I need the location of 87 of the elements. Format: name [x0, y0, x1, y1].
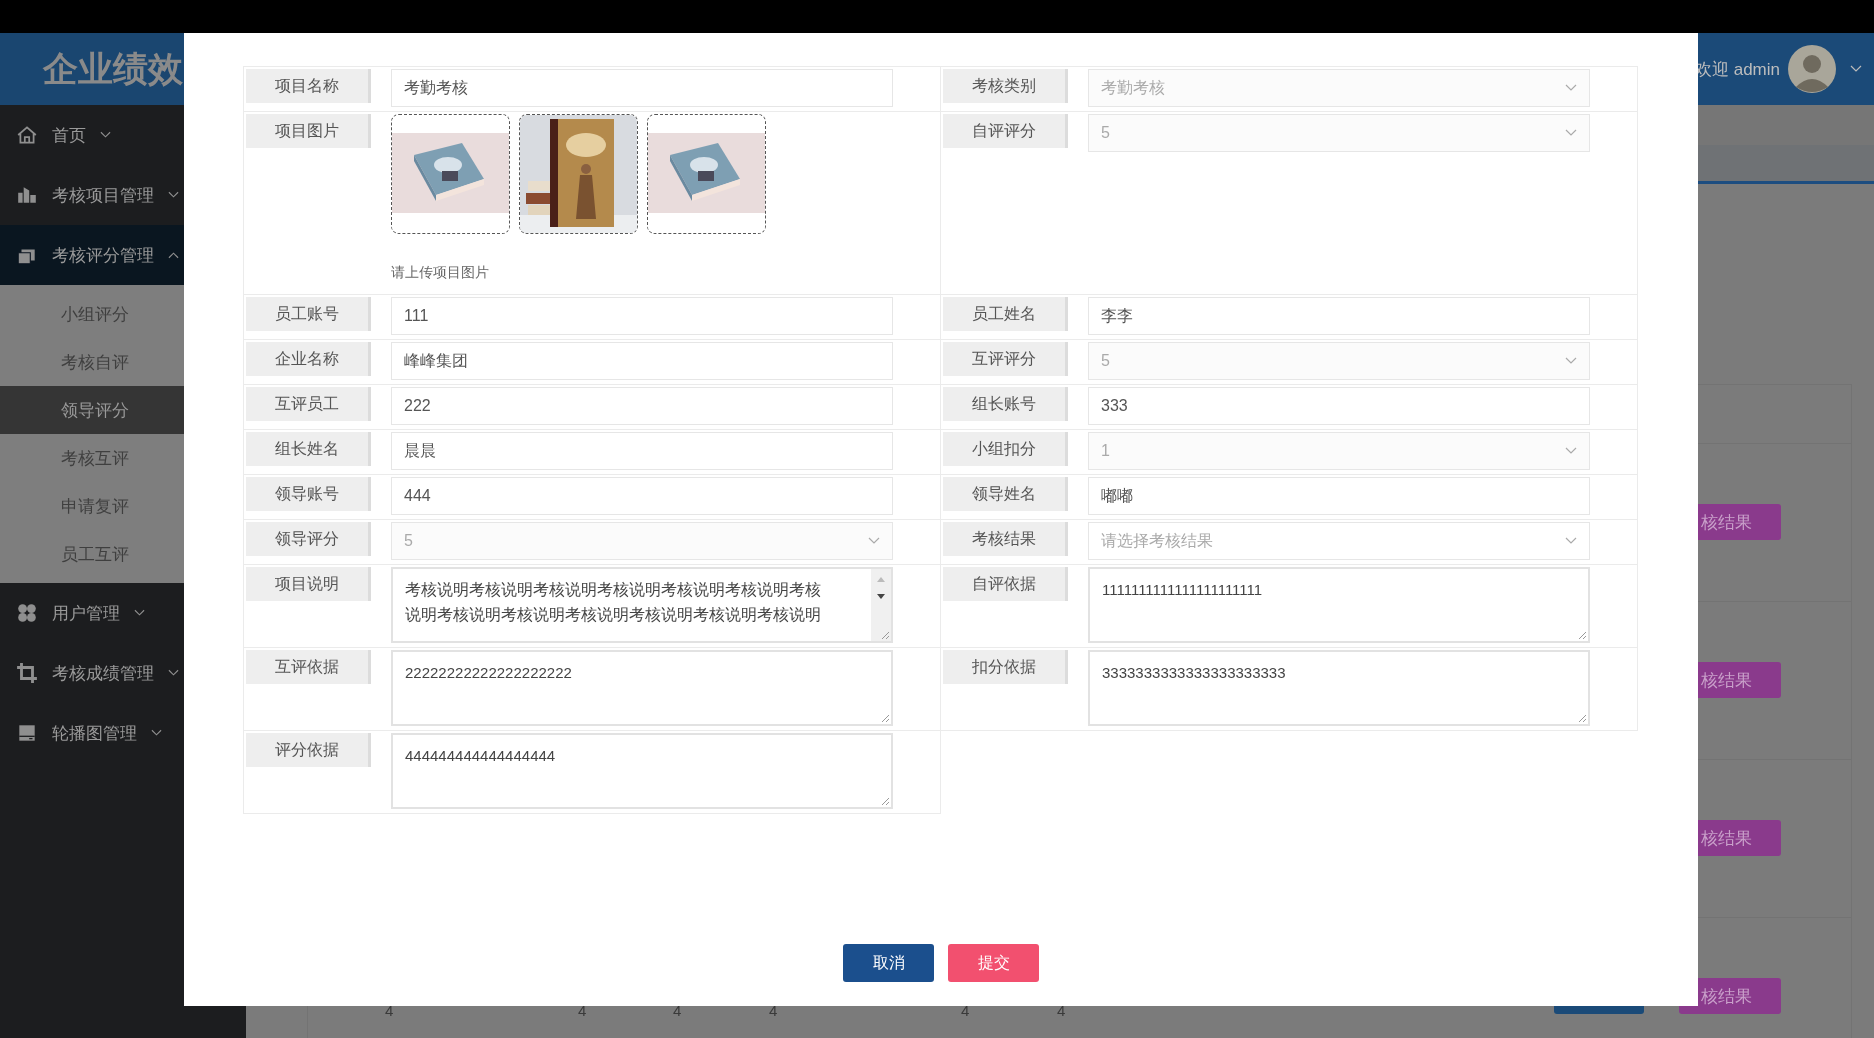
resize-grip-icon[interactable] — [1577, 630, 1587, 640]
field-label: 领导账号 — [246, 477, 371, 511]
sidebar-item[interactable]: 首页 — [0, 105, 246, 165]
field-label: 项目说明 — [246, 567, 371, 601]
table-cell-text: 4 — [961, 1004, 971, 1018]
table-cell-text: 4 — [385, 1004, 395, 1018]
field-label: 考核类别 — [943, 69, 1068, 103]
textarea-text: 22222222222222222222 — [404, 663, 573, 683]
resize-grip-icon[interactable] — [880, 630, 890, 640]
chevron-down-icon — [1565, 537, 1577, 545]
resize-grip-icon[interactable] — [880, 713, 890, 723]
scroll-down-icon[interactable] — [876, 593, 886, 601]
app-logo: 企业绩效 — [43, 47, 183, 90]
sidebar-item[interactable]: 考核项目管理 — [0, 165, 246, 225]
table-cell-text: 4 — [673, 1004, 683, 1018]
field-label: 考核结果 — [943, 522, 1068, 556]
scroll-up-icon[interactable] — [876, 575, 886, 583]
select-value: 1 — [1101, 442, 1110, 460]
submit-button[interactable]: 提交 — [948, 944, 1039, 982]
textarea-field[interactable]: 22222222222222222222 — [391, 650, 893, 726]
chevron-down-icon — [1565, 129, 1577, 137]
textarea-text: 444444444444444444 — [404, 746, 557, 766]
chevron-down-icon — [134, 609, 145, 617]
sidebar-item[interactable]: 考核成绩管理 — [0, 643, 246, 703]
select-value: 5 — [1101, 124, 1110, 142]
sidebar-item[interactable]: 轮播图管理 — [0, 703, 246, 763]
field-label: 员工账号 — [246, 297, 371, 331]
field-label: 项目图片 — [246, 114, 371, 148]
select-value: 5 — [1101, 352, 1110, 370]
textarea-field[interactable]: 3333333333333333333333 — [1088, 650, 1590, 726]
textarea-text: 考核说明考核说明考核说明考核说明考核说明考核说明考核说明考核说明考核说明考核说明考核说明考核说明考核说明 — [404, 580, 822, 625]
avatar-icon[interactable] — [1788, 45, 1836, 93]
input-field[interactable]: 考勤考核 — [391, 69, 893, 107]
upload-hint: 请上传项目图片 — [391, 264, 490, 282]
home-icon — [16, 124, 38, 146]
field-label: 组长账号 — [943, 387, 1068, 421]
chevron-down-icon — [1565, 447, 1577, 455]
input-field[interactable]: 李李 — [1088, 297, 1590, 335]
textarea-text: 3333333333333333333333 — [1101, 663, 1287, 683]
input-field[interactable]: 333 — [1088, 387, 1590, 425]
input-field[interactable]: 峰峰集团 — [391, 342, 893, 380]
field-label: 领导评分 — [246, 522, 371, 556]
chevron-up-icon — [168, 251, 179, 259]
field-label: 扣分依据 — [943, 650, 1068, 684]
textarea-field[interactable]: 1111111111111111111111 — [1088, 567, 1590, 643]
input-field[interactable]: 嘟嘟 — [1088, 477, 1590, 515]
input-field[interactable]: 晨晨 — [391, 432, 893, 470]
scrollbar[interactable] — [871, 569, 891, 641]
textarea-field[interactable]: 444444444444444444 — [391, 733, 893, 809]
field-label: 互评员工 — [246, 387, 371, 421]
chevron-down-icon — [868, 537, 880, 545]
chevron-down-icon — [1565, 84, 1577, 92]
select-value: 5 — [404, 532, 413, 550]
table-cell-text: 4 — [769, 1004, 779, 1018]
grid-icon — [16, 602, 38, 624]
field-label: 组长姓名 — [246, 432, 371, 466]
field-label: 项目名称 — [246, 69, 371, 103]
field-label: 互评评分 — [943, 342, 1068, 376]
resize-grip-icon[interactable] — [880, 796, 890, 806]
input-field[interactable]: 444 — [391, 477, 893, 515]
crop-icon — [16, 662, 38, 684]
field-label: 小组扣分 — [943, 432, 1068, 466]
input-field[interactable]: 111 — [391, 297, 893, 335]
table-cell-text: 4 — [1057, 1004, 1067, 1018]
field-label: 自评依据 — [943, 567, 1068, 601]
field-label: 评分依据 — [246, 733, 371, 767]
select-placeholder: 请选择考核结果 — [1101, 530, 1213, 551]
field-label: 领导姓名 — [943, 477, 1068, 511]
input-field[interactable]: 222 — [391, 387, 893, 425]
textarea-field[interactable]: 考核说明考核说明考核说明考核说明考核说明考核说明考核说明考核说明考核说明考核说明考核说明考核说明考核说明 — [391, 567, 893, 643]
chevron-down-icon — [1565, 357, 1577, 365]
chevron-down-icon — [168, 669, 179, 677]
table-cell-text: 4 — [578, 1004, 588, 1018]
chevron-down-icon[interactable] — [1850, 65, 1862, 73]
field-label: 企业名称 — [246, 342, 371, 376]
field-label: 自评评分 — [943, 114, 1068, 148]
textarea-text: 1111111111111111111111 — [1101, 580, 1264, 600]
sidebar-item[interactable]: 用户管理 — [0, 583, 246, 643]
chevron-down-icon — [168, 191, 179, 199]
field-label: 互评依据 — [246, 650, 371, 684]
cancel-button[interactable]: 取消 — [843, 944, 934, 982]
chevron-down-icon — [100, 131, 111, 139]
select-value: 考勤考核 — [1101, 77, 1165, 98]
chevron-down-icon — [151, 729, 162, 737]
field-label: 员工姓名 — [943, 297, 1068, 331]
monitor-icon — [16, 722, 38, 744]
resize-grip-icon[interactable] — [1577, 713, 1587, 723]
